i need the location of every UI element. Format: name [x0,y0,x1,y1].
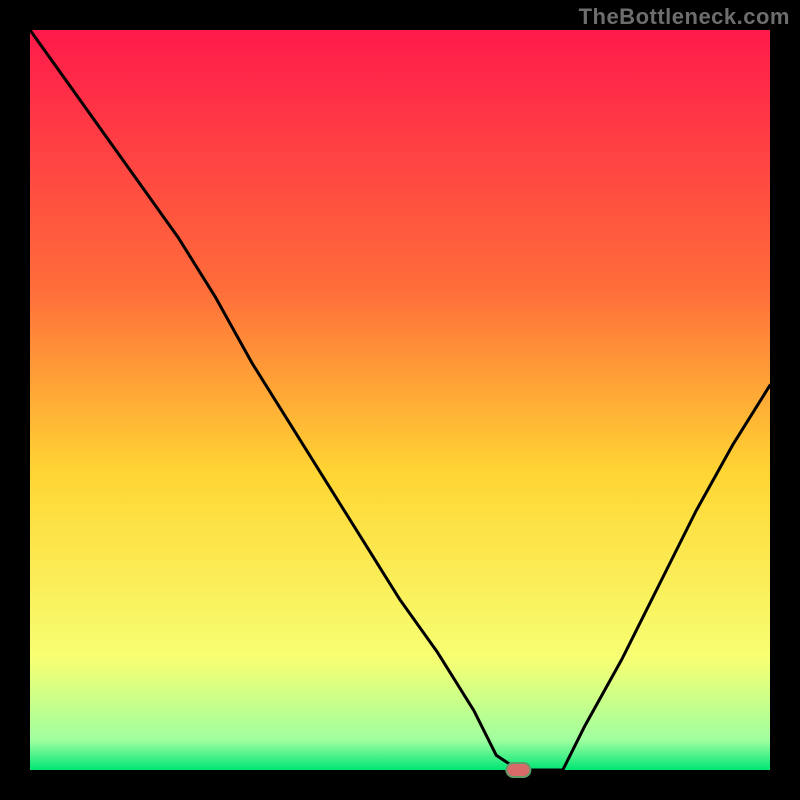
bottleneck-chart: TheBottleneck.com [0,0,800,800]
watermark: TheBottleneck.com [579,4,790,30]
chart-svg [0,0,800,800]
plot-area [30,30,770,770]
optimum-marker [506,763,530,777]
